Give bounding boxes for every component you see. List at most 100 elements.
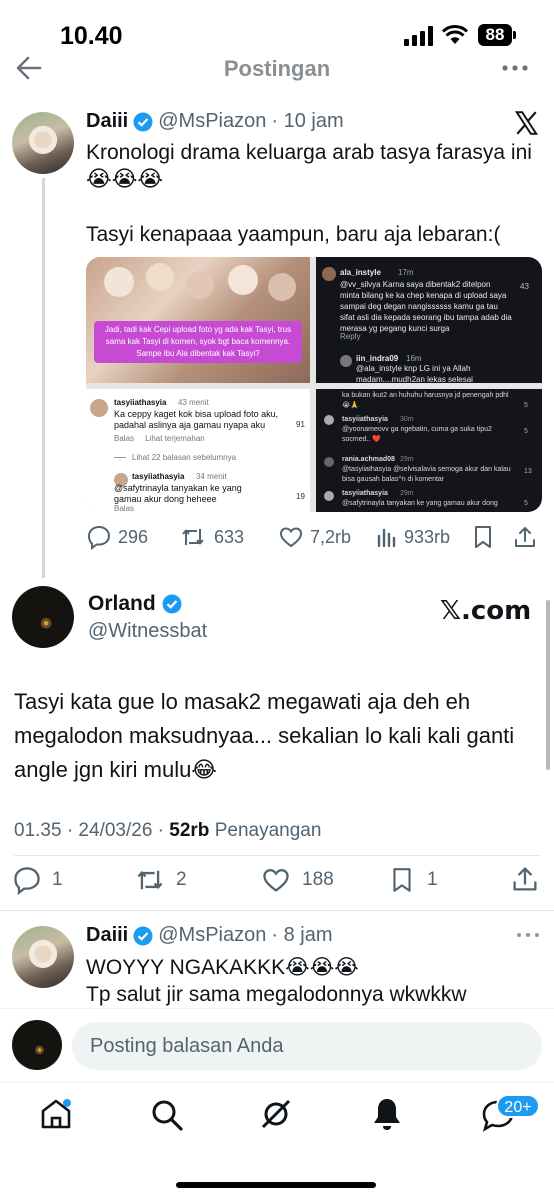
share-icon[interactable] — [512, 524, 538, 550]
c1-time: 17m — [398, 268, 414, 277]
reply-count: 1 — [52, 869, 63, 890]
author-handle[interactable]: @MsPiazon — [158, 924, 266, 947]
divider — [0, 1008, 554, 1009]
author-name[interactable]: Orland — [88, 592, 156, 616]
post-emojis: 😭😭😭 — [86, 166, 164, 191]
c1-user: ala_instyle — [340, 268, 381, 277]
avatar[interactable] — [12, 112, 74, 174]
avatar[interactable] — [12, 926, 74, 988]
c7-text: @tasyiiathasyia @selvisalavia semoga aku… — [342, 466, 511, 483]
my-avatar[interactable] — [12, 1020, 62, 1070]
wifi-icon — [442, 25, 468, 44]
reply-header: Daiii @MsPiazon · 8 jam — [86, 924, 333, 947]
c7-count: 13 — [524, 468, 532, 475]
bookmark-icon[interactable] — [388, 865, 416, 895]
c6-count: 5 — [524, 428, 528, 435]
views-count: 933rb — [404, 527, 451, 547]
like-icon[interactable] — [260, 865, 292, 895]
repost-count: 2 — [176, 869, 187, 890]
comment-screenshot-1: ala_instyle 17m @vv_silvya Karna saya di… — [316, 257, 542, 384]
repost-count: 633 — [214, 527, 245, 547]
reply-text-line1: WOYYY NGAKAKKK😭😭😭 — [86, 956, 359, 979]
author-handle[interactable]: @MsPiazon — [158, 110, 266, 133]
verified-badge-icon — [133, 926, 153, 945]
divider — [14, 855, 540, 856]
reply-icon[interactable] — [12, 865, 42, 895]
x-logo-icon[interactable] — [513, 110, 540, 136]
bookmark-icon[interactable] — [470, 524, 496, 550]
post-header: Daiii @MsPiazon · 10 jam — [86, 110, 344, 133]
c1-reply: Reply — [340, 332, 361, 341]
c4-reply: Balas — [114, 504, 135, 512]
c3-time: 43 menit — [178, 398, 209, 407]
repost-icon[interactable] — [134, 865, 166, 895]
reply-text-line2: Tp salut jir sama megalodonnya wkwkkw — [86, 983, 467, 1006]
search-icon[interactable] — [150, 1098, 184, 1132]
c4-time: 34 menit — [196, 472, 227, 481]
like-count: 188 — [302, 869, 334, 890]
media-grid[interactable]: Jadi, tadi kak Cepi upload foto yg ada k… — [86, 257, 542, 512]
x-com-logo[interactable]: 𝕏.com — [440, 596, 531, 626]
post-timestamp: 01.35 · 24/03/26 · — [14, 820, 170, 841]
grok-icon[interactable] — [258, 1096, 294, 1132]
author-handle[interactable]: @Witnessbat — [88, 620, 207, 643]
post-text-line2: Tasyi kenapaaa yaampun, baru aja lebaran… — [86, 223, 501, 246]
bookmark-count: 1 — [427, 869, 438, 890]
photo-group[interactable]: Jadi, tadi kak Cepi upload foto yg ada k… — [86, 257, 310, 383]
more-options-icon[interactable] — [500, 58, 530, 78]
home-icon[interactable] — [38, 1096, 74, 1132]
c5-count: 5 — [524, 402, 528, 409]
home-indicator — [176, 1182, 376, 1188]
cellular-signal-icon — [404, 26, 433, 46]
c6-text: @yoonameovv ga ngebatin, cuma ga suka ti… — [342, 426, 492, 443]
c4-user: tasyiiathasyia — [132, 472, 185, 481]
c1-likes: 43 — [520, 282, 529, 291]
messages-badge: 20+ — [496, 1094, 540, 1118]
c4-likes: 19 — [296, 492, 305, 501]
battery-icon — [513, 31, 516, 39]
post-meta: 01.35 · 24/03/26 · 52rb Penayangan — [14, 820, 321, 842]
comment-screenshot-2: tasyiiathasyia 43 menit Ka ceppy kaget k… — [86, 389, 310, 512]
c3-more: Lihat 22 balasan sebelumnya — [132, 453, 237, 462]
c8-time: 29m — [400, 490, 414, 497]
more-options-icon[interactable] — [514, 928, 542, 942]
c3-actions: Balas Lihat terjemahan — [114, 434, 205, 443]
c8-count: 5 — [524, 500, 528, 507]
c5-text: ka bukan ikut2 an huhuhu harusnya jd pen… — [342, 392, 509, 409]
verified-badge-icon — [162, 594, 182, 614]
post-text-line1: Kronologi drama keluarga arab tasya fara… — [86, 141, 532, 164]
reply-input[interactable]: Posting balasan Anda — [72, 1022, 542, 1070]
c3-text: Ka ceppy kaget kok bisa upload foto aku,… — [114, 409, 279, 430]
status-time: 10.40 — [60, 22, 123, 50]
c6-time: 30m — [400, 416, 414, 423]
share-icon[interactable] — [510, 864, 540, 894]
like-icon[interactable] — [278, 524, 304, 550]
comment-screenshot-3: ka bukan ikut2 an huhuhu harusnya jd pen… — [316, 389, 542, 512]
photo-caption: Jadi, tadi kak Cepi upload foto yg ada k… — [94, 321, 302, 363]
thread-line — [42, 178, 45, 578]
avatar[interactable] — [12, 586, 74, 648]
like-count: 7,2rb — [310, 527, 352, 547]
divider — [0, 910, 554, 911]
c7-time: 29m — [400, 456, 414, 463]
main-post-text: Tasyi kata gue lo masak2 megawati aja de… — [14, 689, 515, 782]
reply-count: 296 — [118, 527, 149, 547]
divider — [0, 1082, 554, 1083]
notifications-bell-icon[interactable] — [370, 1096, 404, 1132]
post-time: · 8 jam — [271, 924, 333, 946]
views-icon[interactable] — [374, 524, 400, 550]
c8-text: @safytrinayla tanyakan ke yang gamau aku… — [342, 500, 498, 507]
author-name[interactable]: Daiii — [86, 924, 128, 947]
c1-text: @vv_silvya Karna saya dibentak2 ditelpon… — [340, 280, 512, 333]
repost-icon[interactable] — [180, 524, 206, 550]
scrollbar[interactable] — [546, 600, 550, 770]
c2-text: @ala_instyle knp LG ini ya Allah madam..… — [356, 364, 473, 384]
main-post-header: Orland — [88, 592, 182, 616]
verified-badge-icon — [133, 112, 153, 131]
view-count: 52rb — [169, 820, 210, 841]
c3-likes: 91 — [296, 420, 305, 429]
c8-user: tasyiiathasyia — [342, 490, 388, 497]
reply-icon[interactable] — [86, 524, 112, 550]
post-time: · 10 jam — [271, 110, 344, 132]
author-name[interactable]: Daiii — [86, 110, 128, 133]
